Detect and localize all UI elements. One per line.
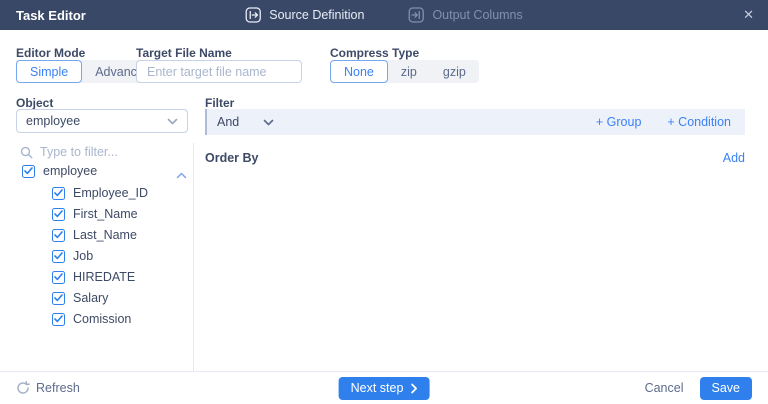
checkbox-checked-icon[interactable] [52, 292, 65, 305]
collapse-chevron-icon[interactable] [176, 166, 187, 184]
source-definition-icon [245, 7, 261, 23]
object-select-value: employee [26, 114, 80, 128]
tab-source-definition[interactable]: Source Definition [245, 7, 364, 23]
save-button[interactable]: Save [700, 377, 753, 400]
tree-filter-input[interactable] [40, 145, 170, 159]
compress-gzip[interactable]: gzip [430, 60, 479, 83]
tree-node-field[interactable]: First_Name [52, 204, 138, 224]
tree-node-field[interactable]: Job [52, 246, 93, 266]
tree-node-field[interactable]: Employee_ID [52, 183, 148, 203]
target-file-name-label: Target File Name [136, 46, 232, 60]
compress-zip[interactable]: zip [388, 60, 430, 83]
add-group-button[interactable]: + Group [596, 115, 642, 129]
checkbox-checked-icon[interactable] [52, 208, 65, 221]
compress-none[interactable]: None [330, 60, 388, 83]
header-tabs: Source Definition Output Columns [245, 0, 523, 30]
order-by-label: Order By [205, 151, 259, 165]
order-by-add-button[interactable]: Add [723, 151, 745, 165]
close-icon[interactable]: ✕ [743, 0, 754, 30]
task-editor-dialog: Task Editor Source Definition Output Col… [0, 0, 768, 404]
filter-operator-value: And [217, 115, 239, 129]
add-condition-button[interactable]: + Condition [667, 115, 731, 129]
tree-node-label: Job [73, 249, 93, 263]
page-title: Task Editor [16, 8, 86, 23]
tree-node-field[interactable]: Salary [52, 288, 108, 308]
header-bar: Task Editor Source Definition Output Col… [0, 0, 768, 30]
tree-node-employee[interactable]: employee [22, 161, 97, 181]
checkbox-checked-icon[interactable] [22, 165, 35, 178]
compress-type-toggle: None zip gzip [330, 60, 479, 83]
refresh-button[interactable]: Refresh [16, 381, 80, 395]
tree-node-label: employee [43, 164, 97, 178]
object-label: Object [16, 96, 53, 110]
compress-type-label: Compress Type [330, 46, 419, 60]
checkbox-checked-icon[interactable] [52, 271, 65, 284]
footer-bar: Refresh Next step Cancel Save [0, 371, 768, 404]
target-file-name-input[interactable] [136, 60, 302, 83]
tree-node-label: Employee_ID [73, 186, 148, 200]
search-icon [20, 146, 33, 159]
footer-actions: Cancel Save [645, 377, 752, 400]
editor-mode-simple[interactable]: Simple [16, 60, 82, 83]
next-step-label: Next step [351, 381, 404, 395]
checkbox-checked-icon[interactable] [52, 313, 65, 326]
chevron-down-icon [263, 119, 274, 126]
filter-label: Filter [205, 96, 234, 110]
checkbox-checked-icon[interactable] [52, 250, 65, 263]
output-columns-icon [408, 7, 424, 23]
tree-node-label: Comission [73, 312, 131, 326]
cancel-button[interactable]: Cancel [645, 381, 684, 395]
tab-source-definition-label: Source Definition [269, 8, 364, 22]
filter-group-bar: And + Group + Condition [205, 109, 745, 135]
chevron-right-icon [410, 383, 417, 394]
editor-mode-label: Editor Mode [16, 46, 85, 60]
tree-node-field[interactable]: Comission [52, 309, 131, 329]
checkbox-checked-icon[interactable] [52, 229, 65, 242]
next-step-button[interactable]: Next step [339, 377, 430, 400]
tab-output-columns-label: Output Columns [432, 8, 522, 22]
refresh-label: Refresh [36, 381, 80, 395]
tree-node-label: Salary [73, 291, 108, 305]
filter-operator-select[interactable]: And [217, 115, 274, 129]
chevron-down-icon [167, 118, 178, 125]
tree-node-label: HIREDATE [73, 270, 135, 284]
tree-node-label: Last_Name [73, 228, 137, 242]
panel-divider [193, 143, 194, 372]
object-select[interactable]: employee [16, 109, 188, 133]
tree-node-field[interactable]: HIREDATE [52, 267, 135, 287]
tab-output-columns[interactable]: Output Columns [408, 7, 522, 23]
checkbox-checked-icon[interactable] [52, 187, 65, 200]
filter-actions: + Group + Condition [596, 115, 745, 129]
refresh-icon [16, 381, 30, 395]
tree-node-field[interactable]: Last_Name [52, 225, 137, 245]
tree-node-label: First_Name [73, 207, 138, 221]
tree-search [20, 145, 170, 159]
